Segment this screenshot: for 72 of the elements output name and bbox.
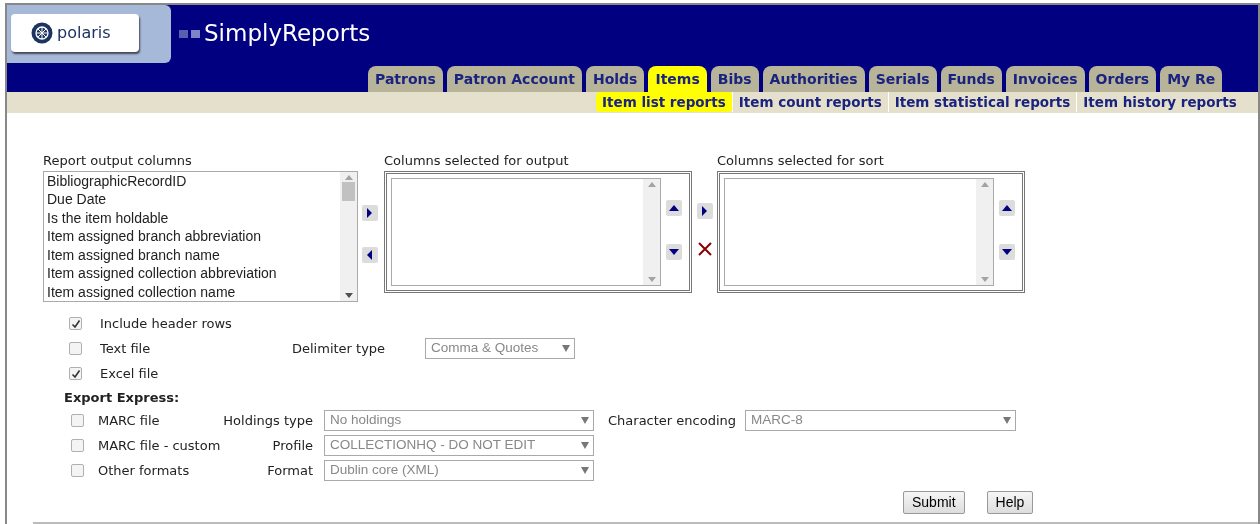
dots-icon [179, 30, 201, 38]
nav-tab[interactable]: My Re [1160, 66, 1223, 93]
remove-button[interactable] [362, 246, 378, 263]
move-down-button[interactable] [666, 243, 682, 260]
list-option[interactable]: Is the item holdable [47, 208, 340, 227]
sub-tab[interactable]: Item history reports [1076, 92, 1243, 113]
list-option[interactable]: Item assigned collection name [47, 282, 340, 301]
action-button[interactable]: Help [986, 491, 1034, 514]
field-label: Holdings type [222, 411, 313, 430]
checkbox-label: MARC file - custom [98, 436, 218, 455]
nav-tab[interactable]: Patrons [368, 66, 443, 93]
checkbox-label: Excel file [100, 364, 160, 383]
caret-icon [1003, 417, 1011, 424]
checkbox-label: Text file [100, 339, 152, 358]
list-box[interactable]: BibliographicRecordID Due Date Is the item holdable Item assigned branch abbreviation Item assigned branch name Item assigned collection abbreviation Item assigned collection name [43, 170, 358, 302]
sub-tab[interactable]: Item count reports [731, 92, 888, 113]
list-option[interactable]: Item assigned collection abbreviation [47, 264, 340, 283]
app-title: SimplyReports [204, 18, 371, 48]
action-button[interactable]: Submit [903, 491, 965, 514]
scroll-down-icon[interactable] [344, 292, 353, 299]
caret-icon [581, 467, 589, 474]
checkbox-label: Other formats [98, 461, 191, 480]
nav-tab[interactable]: Authorities [762, 66, 865, 93]
logo-icon [31, 22, 53, 44]
caret-icon [581, 417, 589, 424]
sub-tab[interactable]: Item statistical reports [887, 92, 1077, 113]
nav-tab[interactable]: Funds [940, 66, 1002, 93]
scroll-thumb[interactable] [342, 181, 355, 201]
checkbox-label: MARC file [98, 411, 161, 430]
list-box[interactable] [391, 177, 661, 286]
scroll-up-icon[interactable] [980, 180, 989, 187]
nav-tab[interactable]: Invoices [1005, 66, 1085, 93]
caret-icon [581, 442, 589, 449]
field-label: Profile [271, 436, 313, 455]
caret-icon [562, 345, 570, 352]
move-down-button[interactable] [999, 243, 1015, 260]
scrollbar[interactable] [643, 178, 660, 285]
checkbox[interactable] [69, 317, 82, 330]
checkbox[interactable] [71, 464, 84, 477]
nav-tab[interactable]: Orders [1088, 66, 1157, 93]
list-label: Columns selected for sort [717, 151, 885, 170]
list-option[interactable]: BibliographicRecordID [47, 171, 340, 190]
close-icon[interactable] [697, 240, 713, 257]
list-box[interactable] [724, 177, 994, 286]
list-label: Columns selected for output [384, 151, 570, 170]
checkbox-label: Include header rows [100, 314, 233, 333]
checkbox[interactable] [71, 414, 84, 427]
field-label: Format [266, 461, 313, 480]
field-label: Character encoding [608, 411, 737, 430]
scroll-up-icon[interactable] [647, 180, 656, 187]
nav-tab[interactable]: Patron Account [446, 66, 582, 93]
section-title: Export Express: [63, 388, 181, 407]
checkbox[interactable] [69, 367, 82, 380]
move-up-button[interactable] [999, 199, 1015, 216]
sub-tab[interactable]: Item list reports [596, 92, 732, 113]
move-up-button[interactable] [666, 199, 682, 216]
nav-tab[interactable]: Serials [868, 66, 937, 93]
checkbox[interactable] [71, 439, 84, 452]
nav-tab[interactable]: Items [648, 66, 707, 93]
list-option[interactable]: Item assigned branch abbreviation [47, 227, 340, 246]
nav-tab[interactable]: Bibs [710, 66, 759, 93]
scrollbar[interactable] [340, 171, 357, 301]
add-button[interactable] [362, 204, 378, 221]
list-option[interactable]: Due Date [47, 190, 340, 209]
checkbox[interactable] [69, 342, 82, 355]
logo-text: polaris [57, 22, 111, 44]
scrollbar[interactable] [976, 178, 993, 285]
add-button[interactable] [697, 202, 713, 219]
list-option[interactable]: Item assigned branch name [47, 245, 340, 264]
list-label: Report output columns [43, 151, 193, 170]
field-label: Delimiter type [292, 339, 387, 358]
nav-tab[interactable]: Holds [585, 66, 645, 93]
